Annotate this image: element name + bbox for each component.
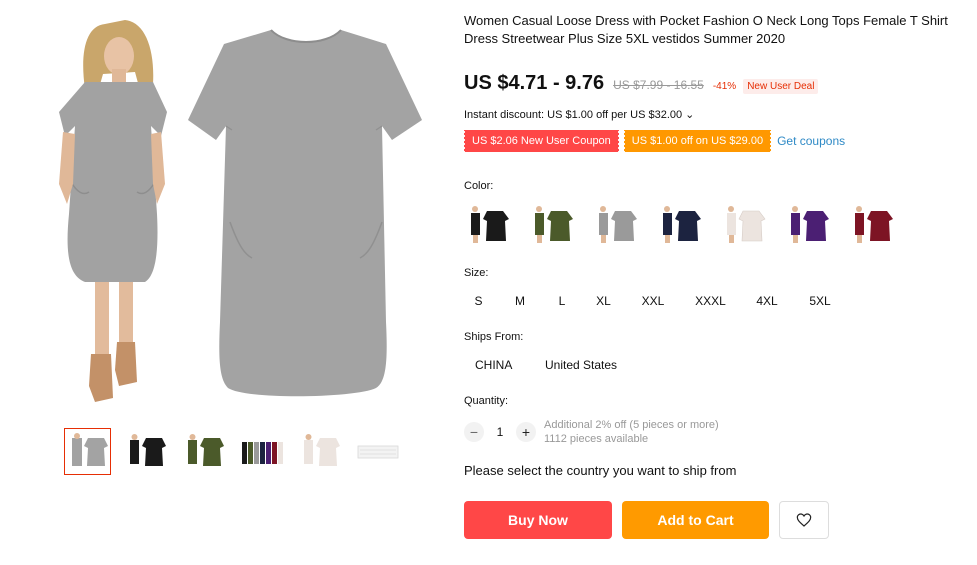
- grey-dress-swatch-icon: [599, 206, 637, 243]
- get-coupons-link[interactable]: Get coupons: [777, 134, 845, 148]
- size-option-xxxl[interactable]: XXXL: [676, 290, 745, 312]
- instant-discount-text: Instant discount: US $1.00 off per US $3…: [464, 109, 683, 121]
- original-price: US $7.99 - 16.55: [613, 78, 704, 92]
- size-label: Size:: [464, 267, 489, 279]
- color-option-white[interactable]: [720, 200, 768, 248]
- color-selector: [464, 200, 896, 248]
- ships-from-label: Ships From:: [464, 331, 524, 343]
- model-photo: [59, 20, 167, 402]
- new-user-coupon[interactable]: US $2.06 New User Coupon: [463, 130, 620, 152]
- size-chart-thumb-icon: [357, 445, 398, 458]
- instant-discount[interactable]: Instant discount: US $1.00 off per US $3…: [464, 108, 694, 121]
- heart-icon: [796, 513, 812, 527]
- quantity-increase-button[interactable]: +: [516, 422, 536, 442]
- navy-dress-swatch-icon: [663, 206, 701, 243]
- thumb-black-dress[interactable]: [122, 428, 169, 475]
- current-price: US $4.71 - 9.76: [464, 72, 605, 94]
- grey-dress-thumb-icon: [71, 432, 108, 466]
- thumb-green-dress[interactable]: [180, 428, 227, 475]
- size-option-xxl[interactable]: XXL: [630, 290, 676, 312]
- quantity-label: Quantity:: [464, 395, 509, 407]
- pieces-available: 1112 pieces available: [544, 433, 649, 445]
- thumb-white-dress[interactable]: [296, 428, 343, 475]
- add-to-cart-button[interactable]: Add to Cart: [622, 501, 769, 539]
- quantity-note: Additional 2% off (5 pieces or more) 111…: [544, 418, 719, 446]
- color-option-wine-red[interactable]: [848, 200, 896, 248]
- color-option-grey[interactable]: [592, 200, 640, 248]
- bulk-discount-note: Additional 2% off (5 pieces or more): [544, 419, 719, 431]
- size-option-4xl[interactable]: 4XL: [745, 290, 789, 312]
- thumb-all-colors[interactable]: [238, 428, 285, 475]
- thumb-size-chart[interactable]: [354, 428, 401, 475]
- color-option-purple[interactable]: [784, 200, 832, 248]
- ship-option-united-states[interactable]: United States: [545, 354, 617, 376]
- new-user-deal-badge: New User Deal: [743, 79, 819, 94]
- thumbnail-strip: [64, 428, 401, 475]
- size-option-5xl[interactable]: 5XL: [789, 290, 851, 312]
- discount-percent: -41%: [712, 81, 737, 92]
- action-buttons: Buy Now Add to Cart: [464, 501, 829, 539]
- color-option-black[interactable]: [464, 200, 512, 248]
- size-selector: S M L XL XXL XXXL 4XL 5XL: [464, 290, 851, 312]
- color-label: Color:: [464, 180, 494, 192]
- white-dress-swatch-icon: [727, 206, 766, 243]
- product-title: Women Casual Loose Dress with Pocket Fas…: [464, 13, 948, 46]
- store-coupon[interactable]: US $1.00 off on US $29.00: [622, 130, 773, 152]
- quantity-value[interactable]: 1: [484, 425, 516, 439]
- purple-dress-swatch-icon: [791, 206, 829, 243]
- product-main-image[interactable]: [0, 0, 450, 420]
- size-option-l[interactable]: L: [547, 290, 577, 312]
- size-option-xl[interactable]: XL: [577, 290, 630, 312]
- dress-flat-photo: [188, 29, 422, 397]
- ships-from-selector: CHINA United States: [464, 354, 617, 376]
- size-option-s[interactable]: S: [464, 290, 493, 312]
- white-dress-thumb-icon: [303, 433, 340, 466]
- coupon-row: US $2.06 New User Coupon US $1.00 off on…: [463, 130, 845, 152]
- price-row: US $4.71 - 9.76 US $7.99 - 16.55 -41% Ne…: [464, 72, 819, 95]
- quantity-decrease-button[interactable]: −: [464, 422, 484, 442]
- color-option-army-green[interactable]: [528, 200, 576, 248]
- wishlist-button[interactable]: [779, 501, 829, 539]
- black-dress-swatch-icon: [471, 206, 509, 243]
- quantity-stepper: − 1 + Additional 2% off (5 pieces or mor…: [464, 418, 719, 446]
- green-dress-thumb-icon: [187, 433, 224, 466]
- color-option-navy[interactable]: [656, 200, 704, 248]
- army-green-dress-swatch-icon: [535, 206, 573, 243]
- black-dress-thumb-icon: [129, 433, 166, 466]
- thumb-grey-dress[interactable]: [64, 428, 111, 475]
- wine-red-dress-swatch-icon: [855, 206, 893, 243]
- buy-now-button[interactable]: Buy Now: [464, 501, 612, 539]
- all-colors-thumb-icon: [241, 441, 283, 464]
- shipping-message: Please select the country you want to sh…: [464, 463, 737, 478]
- chevron-down-icon: ⌄: [685, 109, 695, 121]
- size-option-m[interactable]: M: [493, 290, 547, 312]
- ship-option-china[interactable]: CHINA: [464, 354, 545, 376]
